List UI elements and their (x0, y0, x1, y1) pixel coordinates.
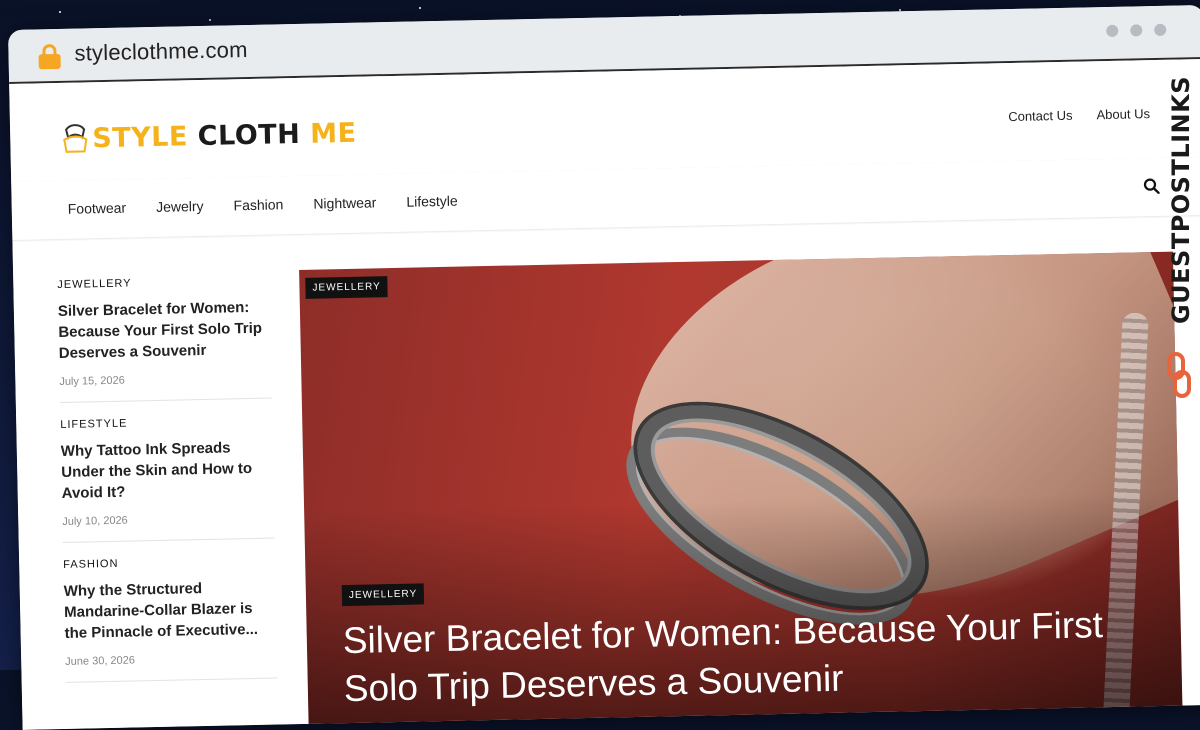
logo-text-cloth: CLOTH (197, 118, 301, 152)
window-controls (1106, 23, 1167, 37)
list-item[interactable]: JEWELLERY Silver Bracelet for Women: Bec… (57, 274, 272, 403)
contact-us-link[interactable]: Contact Us (1008, 108, 1073, 124)
nav-item-lifestyle[interactable]: Lifestyle (406, 193, 458, 210)
logo-text-me: ME (309, 117, 357, 150)
sidebar: JEWELLERY Silver Bracelet for Women: Bec… (57, 274, 278, 699)
post-title[interactable]: Why the Structured Mandarine-Collar Blaz… (64, 577, 277, 644)
window-dot-icon[interactable] (1154, 23, 1167, 36)
logo-text-style: STYLE (91, 120, 189, 154)
nav-item-fashion[interactable]: Fashion (233, 196, 283, 213)
nav-item-footwear[interactable]: Footwear (68, 200, 127, 217)
list-item[interactable]: FASHION Why the Structured Mandarine-Col… (63, 554, 278, 683)
category-badge[interactable]: JEWELLERY (305, 276, 388, 299)
lock-icon (38, 43, 61, 70)
post-date: July 10, 2026 (62, 514, 128, 528)
search-icon[interactable] (1143, 178, 1160, 195)
nav-item-nightwear[interactable]: Nightwear (313, 194, 376, 211)
logo-icon (63, 124, 88, 153)
link-icon (1167, 352, 1191, 398)
address-bar[interactable]: styleclothme.com (74, 37, 248, 67)
window-dot-icon[interactable] (1130, 24, 1143, 37)
post-title[interactable]: Why Tattoo Ink Spreads Under the Skin an… (61, 437, 274, 504)
top-links: Contact Us About Us (1008, 106, 1150, 124)
post-date: July 15, 2026 (59, 374, 125, 388)
site-logo[interactable]: STYLE CLOTH ME (60, 113, 357, 159)
nav-item-jewelry[interactable]: Jewelry (156, 198, 204, 215)
about-us-link[interactable]: About Us (1096, 106, 1150, 122)
post-title[interactable]: Silver Bracelet for Women: Because Your … (58, 297, 271, 364)
post-category[interactable]: JEWELLERY (57, 275, 269, 291)
browser-window: styleclothme.com STYLE CLOTH ME Contact … (8, 4, 1200, 730)
list-item[interactable]: LIFESTYLE Why Tattoo Ink Spreads Under t… (60, 414, 275, 543)
featured-post[interactable]: JEWELLERY JEWELLERY Silver Bracelet for … (299, 251, 1183, 730)
post-date: June 30, 2026 (65, 654, 136, 668)
category-badge[interactable]: JEWELLERY (341, 583, 425, 607)
window-dot-icon[interactable] (1106, 24, 1119, 37)
guestpostlinks-banner: GUESTPOSTLINKS (1160, 50, 1200, 398)
banner-text: GUESTPOSTLINKS (1167, 75, 1195, 325)
hero-title[interactable]: Silver Bracelet for Women: Because Your … (342, 600, 1164, 713)
content-area: JEWELLERY Silver Bracelet for Women: Bec… (12, 216, 1200, 730)
post-category[interactable]: LIFESTYLE (60, 415, 272, 431)
post-category[interactable]: FASHION (63, 555, 275, 571)
